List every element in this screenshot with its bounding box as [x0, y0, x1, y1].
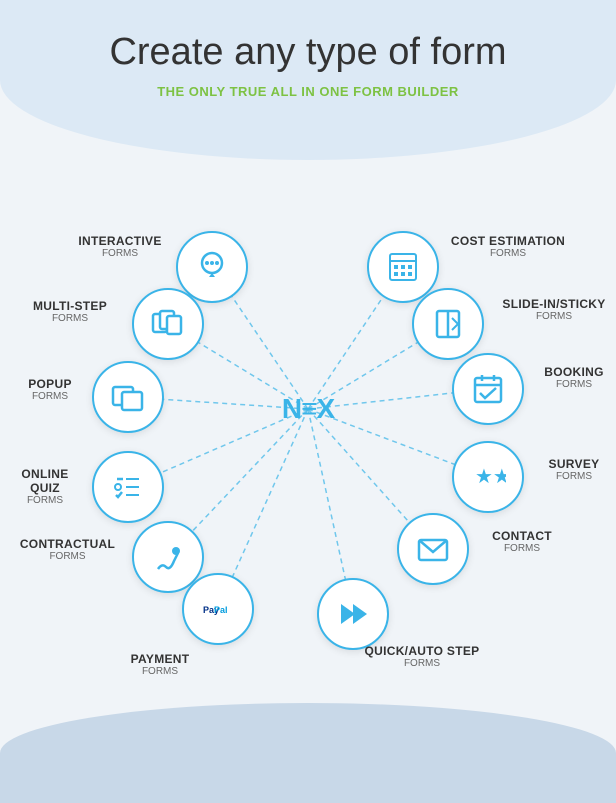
popup-icon[interactable]	[92, 361, 164, 433]
slide-in-sticky-icon[interactable]	[412, 288, 484, 360]
svg-text:Pal: Pal	[214, 605, 228, 615]
main-content: Create any type of form THE ONLY TRUE AL…	[0, 0, 616, 699]
survey-label: SURVEY FORMS	[534, 457, 614, 483]
online-quiz-label: ONLINE QUIZ FORMS	[5, 467, 85, 508]
contractual-label: CONTRACTUAL FORMS	[10, 537, 125, 563]
cost-estimation-label: COST ESTIMATION FORMS	[448, 234, 568, 260]
wave-bottom	[0, 703, 616, 803]
cost-estimation-icon[interactable]	[367, 231, 439, 303]
multi-step-icon[interactable]	[132, 288, 204, 360]
booking-icon[interactable]	[452, 353, 524, 425]
contact-icon[interactable]	[397, 513, 469, 585]
contact-label: CONTACT FORMS	[482, 529, 562, 555]
interactive-forms-icon[interactable]	[176, 231, 248, 303]
survey-icon[interactable]: ★★★	[452, 441, 524, 513]
booking-label: BOOKING FORMS	[534, 365, 614, 391]
quick-auto-step-icon[interactable]	[317, 578, 389, 650]
diagram-area: N≡X INTERACTIVE FORMS	[0, 119, 616, 699]
payment-icon[interactable]: Pay Pal	[182, 573, 254, 645]
page-title: Create any type of form	[109, 30, 506, 76]
multi-step-label: MULTI-STEP FORMS	[15, 299, 125, 325]
interactive-forms-label: INTERACTIVE FORMS	[70, 234, 170, 260]
brand-logo: N≡X	[282, 393, 334, 425]
page-subtitle: THE ONLY TRUE ALL IN ONE FORM BUILDER	[157, 84, 459, 99]
popup-label: POPUP FORMS	[15, 377, 85, 403]
svg-text:★★★: ★★★	[475, 466, 506, 488]
payment-label: PAYMENT FORMS	[120, 652, 200, 678]
slide-in-sticky-label: SLIDE-IN/STICKY FORMS	[494, 297, 614, 323]
quick-auto-step-label: QUICK/AUTO STEP FORMS	[362, 644, 482, 670]
online-quiz-icon[interactable]	[92, 451, 164, 523]
